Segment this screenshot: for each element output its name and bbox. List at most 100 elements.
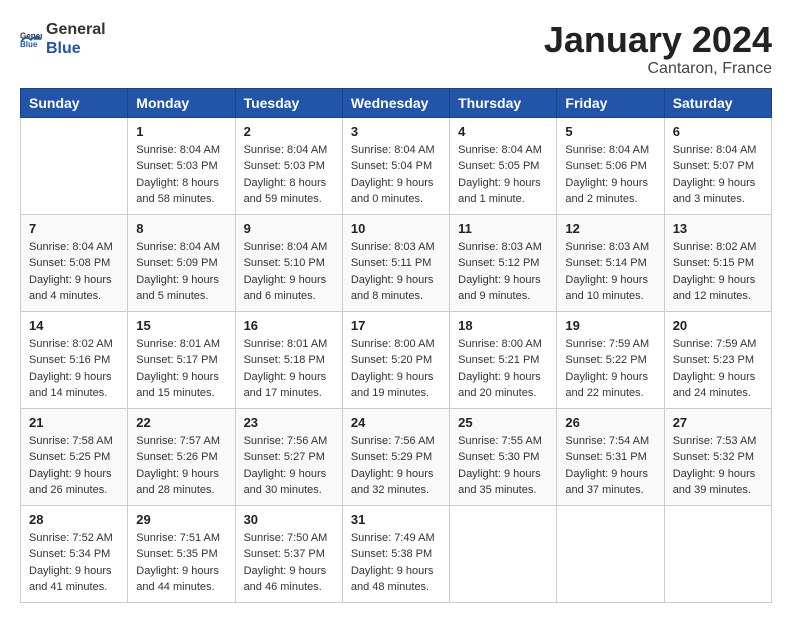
calendar-cell: 25Sunrise: 7:55 AMSunset: 5:30 PMDayligh… [450, 408, 557, 505]
sunset-text: Sunset: 5:23 PM [673, 352, 763, 369]
day-number: 21 [29, 415, 119, 430]
calendar-cell [557, 505, 664, 602]
svg-text:Blue: Blue [20, 40, 38, 49]
weekday-header-sunday: Sunday [21, 88, 128, 117]
calendar-cell: 15 Sunrise: 8:01 AMSunset: 5:17 PMDayligh… [128, 311, 235, 408]
sunrise-text: Sunrise: 8:00 AM [351, 336, 441, 353]
day-number: 28 [29, 512, 119, 527]
daylight-text: Daylight: 8 hours and 58 minutes. [136, 175, 226, 208]
sunset-text: Sunset: 5:37 PM [244, 546, 334, 563]
daylight-text: Daylight: 9 hours and 32 minutes. [351, 466, 441, 499]
daylight-text: Daylight: 9 hours and 26 minutes. [29, 466, 119, 499]
sunrise-text: Sunrise: 8:01 AM [244, 336, 334, 353]
sunset-text: Sunset: 5:15 PM [673, 255, 763, 272]
calendar-cell: 14Sunrise: 8:02 AMSunset: 5:16 PMDayligh… [21, 311, 128, 408]
calendar-cell: 26Sunrise: 7:54 AMSunset: 5:31 PMDayligh… [557, 408, 664, 505]
daylight-text: Daylight: 9 hours and 15 minutes. [136, 369, 226, 402]
day-number: 12 [565, 221, 655, 236]
calendar-cell: 24Sunrise: 7:56 AMSunset: 5:29 PMDayligh… [342, 408, 449, 505]
day-info: Sunrise: 7:53 AMSunset: 5:32 PMDaylight:… [673, 433, 763, 499]
sunrise-text: Sunrise: 8:04 AM [244, 239, 334, 256]
sunrise-text: Sunrise: 7:59 AM [673, 336, 763, 353]
day-number: 5 [565, 124, 655, 139]
calendar-cell: 17Sunrise: 8:00 AMSunset: 5:20 PMDayligh… [342, 311, 449, 408]
sunset-text: Sunset: 5:14 PM [565, 255, 655, 272]
day-number: 27 [673, 415, 763, 430]
weekday-header-tuesday: Tuesday [235, 88, 342, 117]
daylight-text: Daylight: 9 hours and 3 minutes. [673, 175, 763, 208]
day-number: 7 [29, 221, 119, 236]
sunrise-text: Sunrise: 7:50 AM [244, 530, 334, 547]
calendar-cell: 22Sunrise: 7:57 AMSunset: 5:26 PMDayligh… [128, 408, 235, 505]
sunset-text: Sunset: 5:20 PM [351, 352, 441, 369]
daylight-text: Daylight: 9 hours and 10 minutes. [565, 272, 655, 305]
location: Cantaron, France [544, 60, 772, 78]
calendar-cell: 9 Sunrise: 8:04 AMSunset: 5:10 PMDaylight… [235, 214, 342, 311]
day-info: Sunrise: 7:51 AMSunset: 5:35 PMDaylight:… [136, 530, 226, 596]
daylight-text: Daylight: 9 hours and 24 minutes. [673, 369, 763, 402]
day-info: Sunrise: 8:00 AMSunset: 5:20 PMDaylight:… [351, 336, 441, 402]
calendar-cell: 3Sunrise: 8:04 AMSunset: 5:04 PMDaylight… [342, 117, 449, 214]
sunset-text: Sunset: 5:08 PM [29, 255, 119, 272]
sunrise-text: Sunrise: 8:04 AM [244, 142, 334, 159]
day-info: Sunrise: 8:04 AMSunset: 5:03 PMDaylight:… [244, 142, 334, 208]
sunset-text: Sunset: 5:30 PM [458, 449, 548, 466]
sunset-text: Sunset: 5:05 PM [458, 158, 548, 175]
weekday-header-monday: Monday [128, 88, 235, 117]
day-number: 20 [673, 318, 763, 333]
day-number: 8 [136, 221, 226, 236]
day-number: 18 [458, 318, 548, 333]
weekday-header-saturday: Saturday [664, 88, 771, 117]
calendar-cell: 11Sunrise: 8:03 AMSunset: 5:12 PMDayligh… [450, 214, 557, 311]
daylight-text: Daylight: 9 hours and 9 minutes. [458, 272, 548, 305]
day-info: Sunrise: 8:04 AMSunset: 5:06 PMDaylight:… [565, 142, 655, 208]
day-number: 25 [458, 415, 548, 430]
sunrise-text: Sunrise: 7:57 AM [136, 433, 226, 450]
day-info: Sunrise: 8:04 AMSunset: 5:10 PMDaylight:… [244, 239, 334, 305]
daylight-text: Daylight: 9 hours and 2 minutes. [565, 175, 655, 208]
sunset-text: Sunset: 5:32 PM [673, 449, 763, 466]
calendar-cell: 31Sunrise: 7:49 AMSunset: 5:38 PMDayligh… [342, 505, 449, 602]
sunset-text: Sunset: 5:11 PM [351, 255, 441, 272]
daylight-text: Daylight: 9 hours and 37 minutes. [565, 466, 655, 499]
sunrise-text: Sunrise: 8:04 AM [29, 239, 119, 256]
sunset-text: Sunset: 5:31 PM [565, 449, 655, 466]
sunrise-text: Sunrise: 8:04 AM [136, 239, 226, 256]
sunrise-text: Sunrise: 8:04 AM [673, 142, 763, 159]
day-number: 23 [244, 415, 334, 430]
sunrise-text: Sunrise: 7:56 AM [351, 433, 441, 450]
sunset-text: Sunset: 5:18 PM [244, 352, 334, 369]
day-info: Sunrise: 8:00 AMSunset: 5:21 PMDaylight:… [458, 336, 548, 402]
sunrise-text: Sunrise: 8:02 AM [29, 336, 119, 353]
sunset-text: Sunset: 5:04 PM [351, 158, 441, 175]
sunrise-text: Sunrise: 8:03 AM [458, 239, 548, 256]
day-info: Sunrise: 7:56 AMSunset: 5:29 PMDaylight:… [351, 433, 441, 499]
day-number: 9 [244, 221, 334, 236]
sunrise-text: Sunrise: 7:54 AM [565, 433, 655, 450]
sunset-text: Sunset: 5:16 PM [29, 352, 119, 369]
daylight-text: Daylight: 9 hours and 6 minutes. [244, 272, 334, 305]
sunset-text: Sunset: 5:27 PM [244, 449, 334, 466]
day-info: Sunrise: 7:58 AMSunset: 5:25 PMDaylight:… [29, 433, 119, 499]
calendar-cell [450, 505, 557, 602]
day-info: Sunrise: 8:01 AMSunset: 5:17 PMDaylight:… [136, 336, 226, 402]
sunrise-text: Sunrise: 7:58 AM [29, 433, 119, 450]
calendar-cell: 16Sunrise: 8:01 AMSunset: 5:18 PMDayligh… [235, 311, 342, 408]
calendar-cell: 10Sunrise: 8:03 AMSunset: 5:11 PMDayligh… [342, 214, 449, 311]
day-number: 15 [136, 318, 226, 333]
daylight-text: Daylight: 9 hours and 5 minutes. [136, 272, 226, 305]
sunrise-text: Sunrise: 7:49 AM [351, 530, 441, 547]
day-info: Sunrise: 8:03 AMSunset: 5:14 PMDaylight:… [565, 239, 655, 305]
sunset-text: Sunset: 5:22 PM [565, 352, 655, 369]
daylight-text: Daylight: 9 hours and 12 minutes. [673, 272, 763, 305]
day-number: 30 [244, 512, 334, 527]
daylight-text: Daylight: 9 hours and 41 minutes. [29, 563, 119, 596]
day-info: Sunrise: 8:03 AMSunset: 5:11 PMDaylight:… [351, 239, 441, 305]
daylight-text: Daylight: 9 hours and 14 minutes. [29, 369, 119, 402]
daylight-text: Daylight: 9 hours and 19 minutes. [351, 369, 441, 402]
daylight-text: Daylight: 9 hours and 0 minutes. [351, 175, 441, 208]
sunset-text: Sunset: 5:21 PM [458, 352, 548, 369]
day-info: Sunrise: 7:49 AMSunset: 5:38 PMDaylight:… [351, 530, 441, 596]
sunrise-text: Sunrise: 7:59 AM [565, 336, 655, 353]
day-number: 22 [136, 415, 226, 430]
